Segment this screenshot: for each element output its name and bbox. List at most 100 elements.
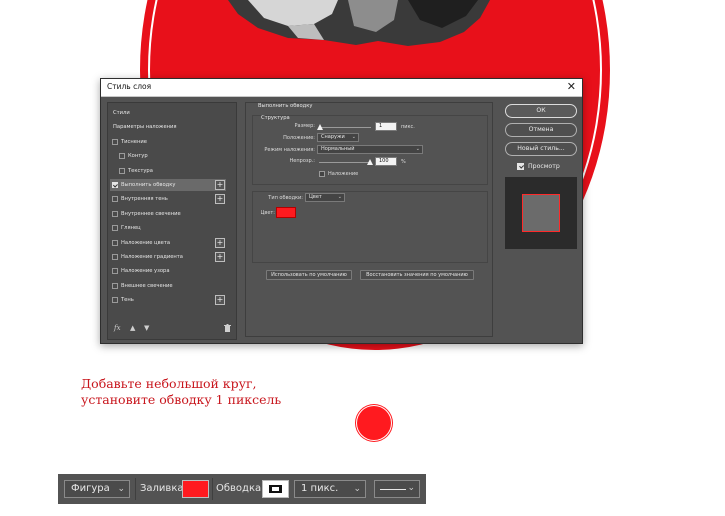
style-item-label: Тиснение (121, 138, 147, 145)
style-item-label: Внутренняя тень (121, 196, 168, 203)
style-checkbox[interactable] (112, 239, 118, 246)
style-item-label: Контур (128, 153, 148, 160)
stroke-line-style-select[interactable]: ⌄ (374, 480, 420, 498)
opacity-label: Непрозр.: (289, 158, 315, 164)
chevron-down-icon: ⌄ (415, 146, 420, 152)
position-label: Положение: (283, 135, 315, 141)
style-item-label: Глянец (121, 225, 141, 232)
size-unit: пикс. (401, 124, 415, 130)
make-default-button[interactable]: Использовать по умолчанию (266, 270, 352, 280)
fx-icon[interactable]: fx (114, 324, 121, 332)
style-checkbox[interactable] (112, 225, 118, 232)
add-style-icon[interactable]: + (215, 237, 225, 248)
style-checkbox[interactable] (112, 282, 118, 289)
style-item-label: Выполнить обводку (121, 182, 176, 188)
blend-mode-select[interactable]: Нормальный ⌄ (317, 145, 423, 154)
chevron-down-icon: ⌄ (407, 483, 415, 493)
stroke-color-swatch[interactable] (276, 207, 296, 218)
style-item[interactable]: Глянец (110, 222, 226, 234)
style-item[interactable]: Наложение цвета + (110, 237, 226, 249)
example-red-circle (357, 406, 391, 440)
position-value: Снаружи (321, 134, 345, 140)
overprint-label: Наложение (328, 171, 359, 177)
style-item[interactable]: Наложение узора (110, 265, 226, 277)
style-item-label: Внешнее свечение (121, 282, 173, 289)
structure-title: Структура (261, 115, 290, 121)
size-input[interactable]: 1 (375, 122, 397, 131)
style-checkbox[interactable] (112, 182, 118, 188)
style-item-label: Текстура (128, 167, 153, 174)
preview-checkbox[interactable] (517, 163, 524, 170)
fill-color-swatch[interactable] (182, 480, 209, 498)
style-checkbox[interactable] (119, 153, 125, 160)
opacity-unit: % (401, 159, 406, 165)
fill-type-select[interactable]: Цвет ⌄ (305, 193, 345, 202)
add-style-icon[interactable]: + (215, 194, 225, 205)
ok-button[interactable]: ОК (505, 104, 577, 118)
style-item-label: Параметры наложения (113, 124, 177, 131)
style-checkbox[interactable] (112, 138, 118, 145)
style-checkbox[interactable] (119, 167, 125, 174)
overprint-checkbox[interactable] (319, 171, 325, 177)
style-item[interactable]: Тень + (110, 294, 226, 306)
opacity-slider-track[interactable] (319, 162, 371, 163)
size-slider-track[interactable] (319, 127, 371, 128)
style-item[interactable]: Тиснение (110, 136, 226, 148)
style-item[interactable]: Параметры наложения (110, 121, 226, 133)
stroke-section-title: Выполнить обводку (258, 103, 313, 109)
position-select[interactable]: Снаружи ⌄ (317, 133, 359, 142)
style-item[interactable]: Внутренняя тень + (110, 193, 226, 205)
style-checkbox[interactable] (112, 210, 118, 217)
fill-type-group: Тип обводки: Цвет ⌄ Цвет: (252, 191, 488, 263)
stroke-width-select[interactable]: 1 пикс. ⌄ (294, 480, 366, 498)
structure-group: Структура Размер: 1 пикс. Положение: Сна… (252, 115, 488, 185)
style-preview-swatch (522, 194, 560, 232)
stroke-swatch-icon (269, 485, 282, 493)
instruction-caption: Добавьте небольшой круг, установите обво… (81, 376, 341, 408)
style-item[interactable]: Внутреннее свечение (110, 208, 226, 220)
caption-line-1: Добавьте небольшой круг, (81, 376, 257, 391)
style-item[interactable]: Стили (110, 107, 226, 119)
stroke-width-value: 1 пикс. (301, 483, 339, 494)
chevron-down-icon: ⌄ (353, 484, 361, 494)
stroke-color-swatch[interactable] (262, 480, 289, 498)
reset-default-button[interactable]: Восстановить значения по умолчанию (360, 270, 474, 280)
trash-icon[interactable] (224, 324, 231, 334)
cancel-button[interactable]: Отмена (505, 123, 577, 137)
fill-type-label: Тип обводки: (268, 195, 303, 201)
style-item-label: Наложение цвета (121, 239, 171, 246)
style-item[interactable]: Контур (110, 150, 226, 162)
style-checkbox[interactable] (112, 268, 118, 275)
chevron-down-icon: ⌄ (117, 484, 125, 494)
style-item[interactable]: Текстура (110, 165, 226, 177)
styles-list: Стили Параметры наложения Тиснение Контур Те… (107, 102, 237, 340)
blend-mode-label: Режим наложения: (264, 147, 315, 153)
add-style-icon[interactable]: + (215, 180, 225, 190)
style-item[interactable]: Наложение градиента + (110, 251, 226, 263)
style-item[interactable]: Внешнее свечение (110, 280, 226, 292)
new-style-button[interactable]: Новый стиль... (505, 142, 577, 156)
shape-mode-select[interactable]: Фигура ⌄ (64, 480, 130, 498)
divider (212, 478, 213, 500)
opacity-input[interactable]: 100 (375, 157, 397, 166)
arrow-down-icon[interactable]: ▼ (144, 324, 149, 332)
shape-mode-value: Фигура (71, 483, 110, 494)
shape-options-bar: Фигура ⌄ Заливка: Обводка: 1 пикс. ⌄ ⌄ (58, 474, 426, 504)
caption-line-2: установите обводку 1 пиксель (81, 392, 282, 407)
arrow-up-icon[interactable]: ▲ (130, 324, 135, 332)
style-checkbox[interactable] (112, 297, 118, 304)
divider (135, 478, 136, 500)
style-item-label: Наложение градиента (121, 254, 183, 260)
size-slider-thumb[interactable] (317, 124, 323, 130)
dialog-titlebar: Стиль слоя ✕ (101, 79, 582, 97)
style-checkbox[interactable] (112, 196, 118, 203)
close-icon[interactable]: ✕ (567, 80, 576, 94)
add-style-icon[interactable]: + (215, 252, 225, 262)
style-checkbox[interactable] (112, 254, 118, 260)
style-item[interactable]: Выполнить обводку + (110, 179, 226, 191)
opacity-slider-thumb[interactable] (367, 159, 373, 165)
add-style-icon[interactable]: + (215, 295, 225, 306)
dialog-title: Стиль слоя (107, 82, 152, 91)
preview-toggle[interactable]: Просмотр (517, 162, 577, 172)
stroke-settings-panel: Выполнить обводку Структура Размер: 1 пи… (245, 102, 493, 337)
